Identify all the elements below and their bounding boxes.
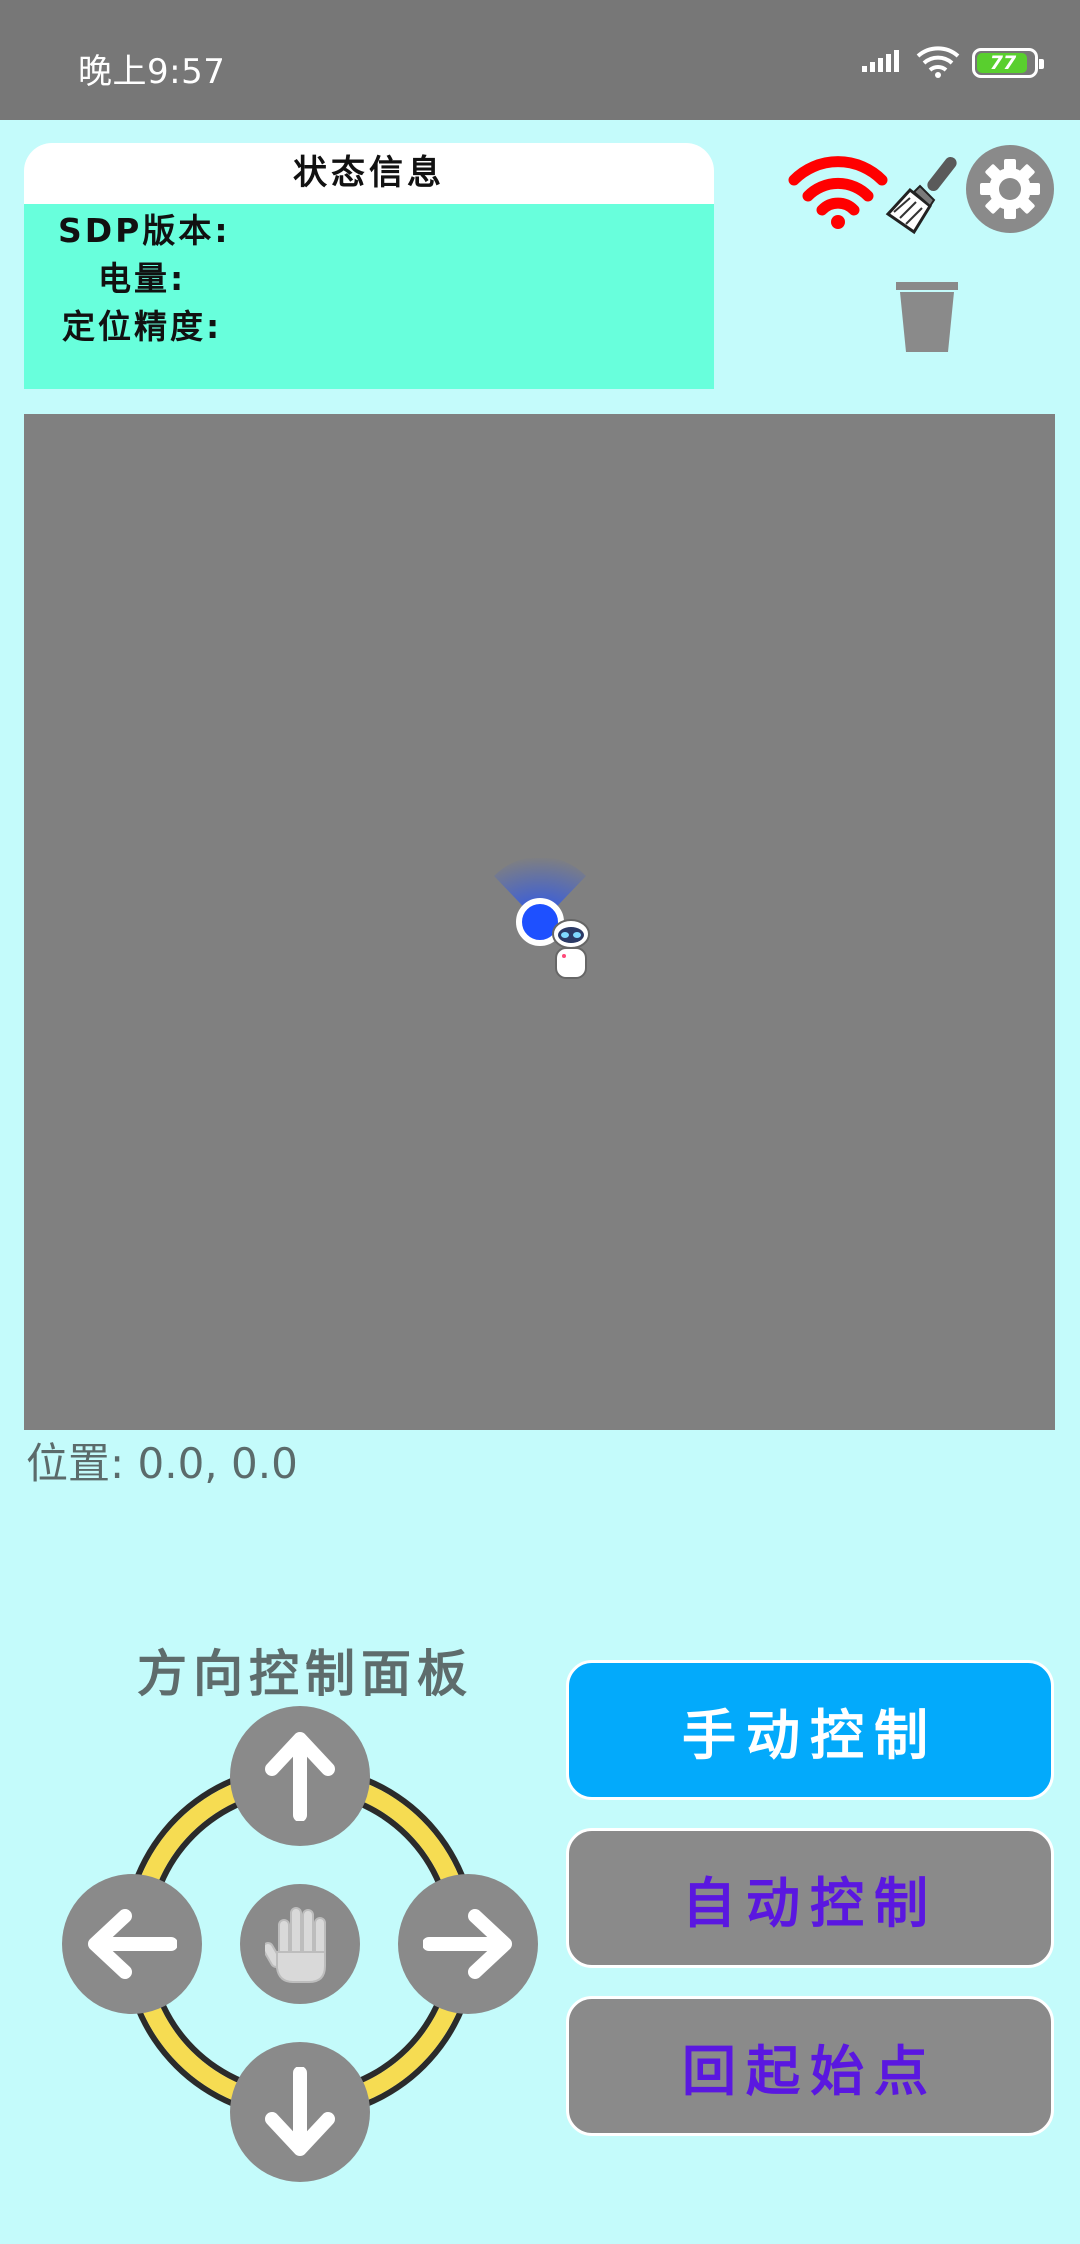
- settings-icon[interactable]: [966, 145, 1054, 233]
- brush-icon[interactable]: [884, 150, 970, 236]
- battery-label: 电量:: [98, 259, 187, 298]
- stop-button[interactable]: [240, 1884, 360, 2004]
- status-bar: 晚上9:57 77: [0, 0, 1080, 120]
- arrow-down-icon: [265, 2067, 335, 2156]
- status-info-body: SDP版本: 电量: 定位精度:: [24, 204, 714, 389]
- accuracy-label: 定位精度:: [62, 307, 223, 346]
- stop-hand-icon: [265, 1907, 326, 1983]
- wifi-icon[interactable]: [788, 150, 888, 230]
- position-readout: 位置: 0.0, 0.0: [26, 1439, 298, 1488]
- status-info-title: 状态信息: [24, 143, 714, 204]
- status-info-card: 状态信息 SDP版本: 电量: 定位精度:: [24, 143, 714, 389]
- map-view[interactable]: [24, 414, 1055, 1430]
- return-home-button[interactable]: 回起始点: [566, 1996, 1054, 2136]
- auto-control-button[interactable]: 自动控制: [566, 1828, 1054, 1968]
- wifi-status-icon: [916, 46, 960, 78]
- move-down-button[interactable]: [230, 2042, 370, 2182]
- move-up-button[interactable]: [230, 1706, 370, 1846]
- battery-level: 77: [989, 52, 1017, 74]
- arrow-right-icon: [423, 1909, 512, 1979]
- manual-control-button[interactable]: 手动控制: [566, 1660, 1054, 1800]
- arrow-up-icon: [265, 1732, 335, 1821]
- move-right-button[interactable]: [398, 1874, 538, 2014]
- direction-panel-title: 方向控制面板: [137, 1645, 473, 1703]
- trash-icon[interactable]: [892, 278, 962, 354]
- signal-icon: [862, 50, 899, 72]
- move-left-button[interactable]: [62, 1874, 202, 2014]
- arrow-left-icon: [88, 1909, 177, 1979]
- sdp-version-label: SDP版本:: [58, 211, 231, 250]
- battery-icon: 77: [972, 48, 1044, 78]
- status-time: 晚上9:57: [78, 52, 226, 92]
- robot-icon: [552, 919, 590, 979]
